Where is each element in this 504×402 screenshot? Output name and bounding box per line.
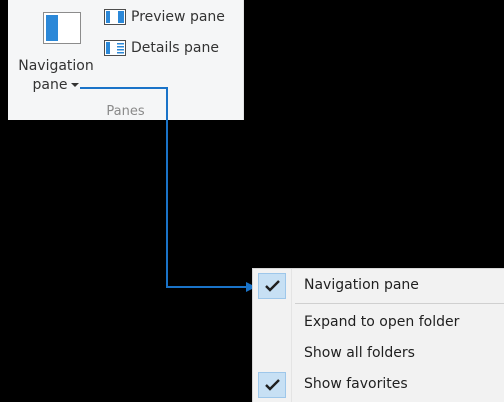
menu-separator bbox=[295, 303, 504, 304]
preview-pane-label: Preview pane bbox=[131, 9, 225, 25]
navigation-pane-icon bbox=[43, 12, 81, 44]
navigation-pane-button[interactable]: Navigation pane bbox=[12, 2, 100, 94]
check-highlight bbox=[258, 372, 286, 398]
preview-pane-button[interactable]: Preview pane bbox=[104, 6, 225, 28]
menu-item-label: Navigation pane bbox=[304, 277, 419, 293]
menu-item-label: Expand to open folder bbox=[304, 314, 460, 330]
check-highlight bbox=[258, 273, 286, 299]
menu-item-label: Show all folders bbox=[304, 345, 415, 361]
details-pane-button[interactable]: Details pane bbox=[104, 37, 219, 59]
details-pane-icon bbox=[104, 40, 126, 56]
checkmark-icon bbox=[265, 379, 280, 391]
navigation-pane-label-line2: pane bbox=[32, 77, 68, 93]
menu-item-show-favorites[interactable]: Show favorites bbox=[253, 371, 504, 399]
panes-ribbon-group: Navigation pane Preview pane Details pan… bbox=[8, 0, 244, 120]
menu-item-label: Show favorites bbox=[304, 376, 408, 392]
details-pane-label: Details pane bbox=[131, 40, 219, 56]
checkmark-icon bbox=[265, 280, 280, 292]
navigation-pane-label: Navigation bbox=[18, 58, 94, 74]
preview-pane-icon bbox=[104, 9, 126, 25]
navigation-pane-menu: Navigation pane Expand to open folder Sh… bbox=[252, 268, 504, 402]
chevron-down-icon[interactable] bbox=[71, 83, 80, 87]
group-label-panes: Panes bbox=[106, 104, 145, 119]
menu-item-expand-to-open-folder[interactable]: Expand to open folder bbox=[253, 309, 504, 337]
menu-item-show-all-folders[interactable]: Show all folders bbox=[253, 340, 504, 368]
menu-item-navigation-pane[interactable]: Navigation pane bbox=[253, 272, 504, 300]
